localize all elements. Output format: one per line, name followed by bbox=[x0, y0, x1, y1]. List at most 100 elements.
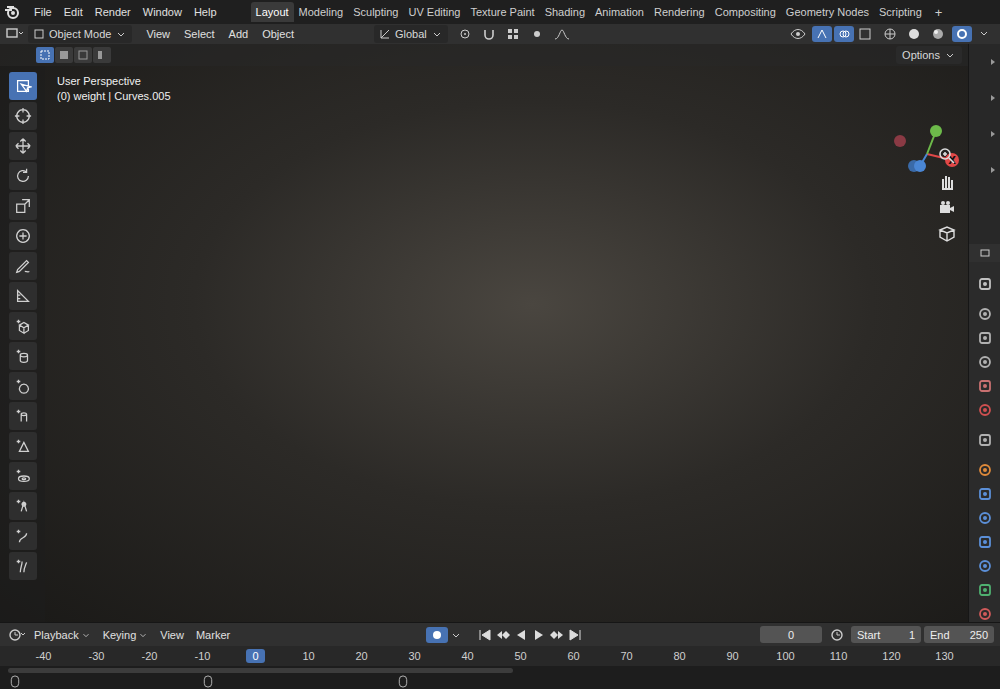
falloff-icon[interactable] bbox=[553, 27, 573, 41]
blender-logo-icon[interactable] bbox=[4, 4, 20, 20]
navigation-gizmo-icon[interactable]: X bbox=[892, 124, 962, 180]
data-icon[interactable] bbox=[977, 582, 993, 598]
options-dropdown[interactable]: Options bbox=[896, 46, 962, 64]
editor-type-icon[interactable] bbox=[5, 27, 25, 41]
tool-button[interactable] bbox=[9, 342, 37, 370]
view-layer-icon[interactable] bbox=[977, 354, 993, 370]
tool-button[interactable] bbox=[9, 312, 37, 340]
timeline-menu-item[interactable]: Playback bbox=[28, 629, 97, 641]
collapse-arrow-icon[interactable] bbox=[989, 166, 997, 174]
timeline-menu-item[interactable]: Keying bbox=[97, 629, 155, 641]
overlay-toggle[interactable] bbox=[834, 26, 854, 42]
tool-button[interactable] bbox=[9, 72, 37, 100]
select-mode-button[interactable] bbox=[93, 47, 111, 63]
play-icon[interactable] bbox=[532, 629, 546, 641]
constraints-icon[interactable] bbox=[977, 558, 993, 574]
select-mode-button[interactable] bbox=[36, 47, 54, 63]
workspace-tab[interactable]: Sculpting bbox=[348, 2, 403, 22]
pivot-icon[interactable] bbox=[457, 27, 477, 41]
timeline-menu-item[interactable]: View bbox=[154, 629, 190, 641]
gizmo-toggle[interactable] bbox=[812, 26, 832, 42]
header-menu-item[interactable]: View bbox=[140, 28, 176, 40]
select-mode-button[interactable] bbox=[55, 47, 73, 63]
orientation-dropdown[interactable]: Global bbox=[374, 25, 448, 43]
tool-button[interactable] bbox=[9, 552, 37, 580]
menu-item[interactable]: Edit bbox=[58, 6, 89, 18]
tool-button[interactable] bbox=[9, 402, 37, 430]
workspace-tab[interactable]: UV Editing bbox=[403, 2, 465, 22]
menu-item[interactable]: Render bbox=[89, 6, 137, 18]
workspace-tab[interactable]: Texture Paint bbox=[465, 2, 539, 22]
add-workspace-button[interactable]: + bbox=[927, 2, 951, 22]
tool-button[interactable] bbox=[9, 462, 37, 490]
workspace-tab[interactable]: Compositing bbox=[710, 2, 781, 22]
tool-button[interactable] bbox=[9, 372, 37, 400]
tool-button[interactable] bbox=[9, 432, 37, 460]
particles-icon[interactable] bbox=[977, 510, 993, 526]
editor-type-icon[interactable] bbox=[979, 247, 991, 259]
timeline-clock-icon[interactable] bbox=[7, 628, 27, 642]
physics-icon[interactable] bbox=[977, 534, 993, 550]
timeline-ruler[interactable]: -40-30-20-100102030405060708090100110120… bbox=[0, 646, 1000, 666]
camera-icon[interactable] bbox=[937, 198, 957, 218]
auto-keying-button[interactable] bbox=[426, 627, 448, 643]
snap-grid-icon[interactable] bbox=[505, 27, 525, 41]
jump-end-icon[interactable] bbox=[568, 629, 582, 641]
workspace-tab[interactable]: Modeling bbox=[294, 2, 349, 22]
collection-icon[interactable] bbox=[977, 432, 993, 448]
collapse-arrow-icon[interactable] bbox=[989, 58, 997, 66]
frame-label[interactable]: 0 bbox=[246, 649, 264, 663]
mode-dropdown[interactable]: Object Mode bbox=[28, 25, 132, 43]
header-menu-item[interactable]: Select bbox=[178, 28, 221, 40]
header-menu-item[interactable]: Object bbox=[256, 28, 300, 40]
rendered-toggle[interactable] bbox=[952, 26, 972, 42]
preview-range-icon[interactable] bbox=[827, 628, 847, 642]
xray-icon[interactable] bbox=[857, 27, 877, 41]
tool-button[interactable] bbox=[9, 132, 37, 160]
tool-button[interactable] bbox=[9, 192, 37, 220]
menu-item[interactable]: File bbox=[28, 6, 58, 18]
menu-item[interactable]: Window bbox=[137, 6, 188, 18]
workspace-tab[interactable]: Layout bbox=[251, 2, 294, 22]
tool-button[interactable] bbox=[9, 282, 37, 310]
scene-icon[interactable] bbox=[977, 378, 993, 394]
jump-start-icon[interactable] bbox=[478, 629, 492, 641]
workspace-tab[interactable]: Scripting bbox=[874, 2, 927, 22]
proportional-icon[interactable] bbox=[529, 27, 549, 41]
workspace-tab[interactable]: Animation bbox=[590, 2, 649, 22]
next-keyframe-icon[interactable] bbox=[550, 629, 564, 641]
end-frame-field[interactable]: End250 bbox=[924, 626, 994, 643]
wireframe-icon[interactable] bbox=[881, 27, 901, 41]
chevron-down-icon[interactable] bbox=[450, 629, 462, 641]
zoom-icon[interactable] bbox=[937, 146, 957, 166]
object-icon[interactable] bbox=[977, 462, 993, 478]
workspace-tab[interactable]: Rendering bbox=[649, 2, 710, 22]
output-icon[interactable] bbox=[977, 330, 993, 346]
tool-button[interactable] bbox=[9, 162, 37, 190]
current-frame-field[interactable]: 0 bbox=[760, 626, 822, 643]
header-menu-item[interactable]: Add bbox=[223, 28, 255, 40]
play-reverse-icon[interactable] bbox=[514, 629, 528, 641]
solid-icon[interactable] bbox=[905, 27, 925, 41]
tool-button[interactable] bbox=[9, 522, 37, 550]
render-icon[interactable] bbox=[977, 306, 993, 322]
tool-settings-icon[interactable] bbox=[977, 276, 993, 292]
timeline-menu-item[interactable]: Marker bbox=[190, 629, 236, 641]
workspace-tab[interactable]: Shading bbox=[540, 2, 590, 22]
shading-options-icon[interactable] bbox=[975, 27, 995, 41]
select-mode-button[interactable] bbox=[74, 47, 92, 63]
tool-button[interactable] bbox=[9, 492, 37, 520]
menu-item[interactable]: Help bbox=[188, 6, 223, 18]
pan-hand-icon[interactable] bbox=[937, 172, 957, 192]
workspace-tab[interactable]: Geometry Nodes bbox=[781, 2, 874, 22]
3d-viewport[interactable]: Options User Perspective (0) weight | Cu… bbox=[0, 44, 968, 622]
tool-button[interactable] bbox=[9, 252, 37, 280]
previous-keyframe-icon[interactable] bbox=[496, 629, 510, 641]
timeline-scrollbar[interactable] bbox=[8, 668, 513, 673]
collapse-arrow-icon[interactable] bbox=[989, 130, 997, 138]
world-icon[interactable] bbox=[977, 402, 993, 418]
material-preview-icon[interactable] bbox=[929, 27, 949, 41]
material-icon[interactable] bbox=[977, 606, 993, 622]
visibility-icon[interactable] bbox=[789, 27, 809, 41]
tool-button[interactable] bbox=[9, 102, 37, 130]
